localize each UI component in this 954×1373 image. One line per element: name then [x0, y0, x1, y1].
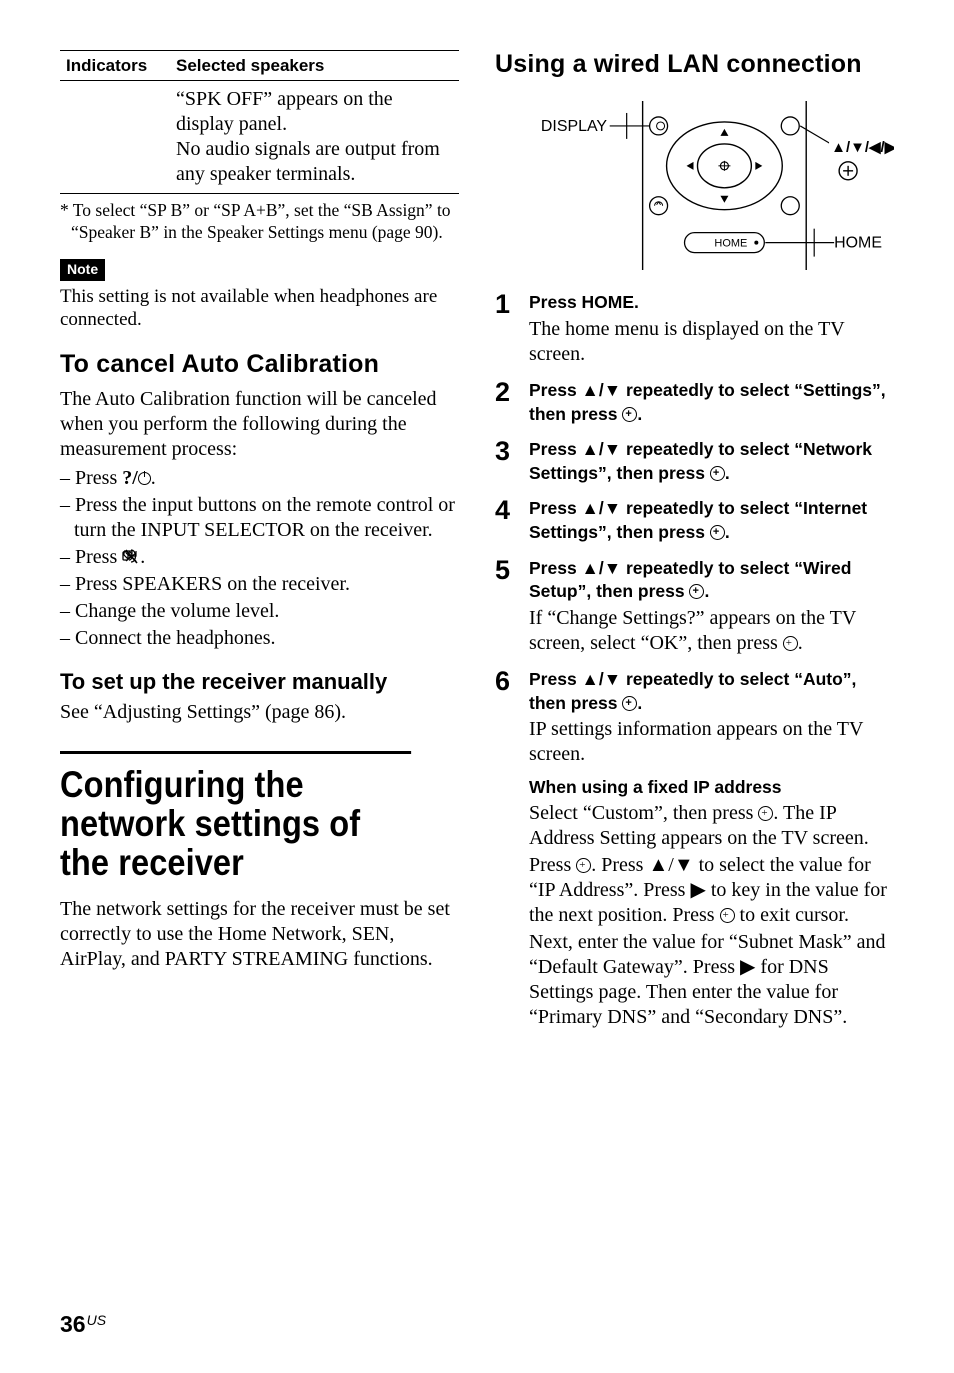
- enter-icon: [783, 636, 798, 651]
- list-item: Press .: [60, 545, 459, 570]
- h-manual: To set up the receiver manually: [60, 669, 459, 694]
- h-big: Configuring the network settings of the …: [60, 751, 411, 883]
- list-item: Press the input buttons on the remote co…: [60, 493, 459, 543]
- step-num: 2: [495, 379, 529, 428]
- td-sel: “SPK OFF” appears on the display panel. …: [170, 81, 459, 194]
- cancel-list: Press ?/. Press the input buttons on the…: [60, 466, 459, 651]
- th-selected: Selected speakers: [170, 51, 459, 81]
- step-detail: Select “Custom”, then press . The IP Add…: [529, 801, 894, 851]
- list-item: Change the volume level.: [60, 599, 459, 624]
- step-num: 5: [495, 557, 529, 658]
- step-head: Press HOME.: [529, 291, 894, 315]
- note-body: This setting is not available when headp…: [60, 285, 459, 333]
- big-body: The network settings for the receiver mu…: [60, 897, 459, 972]
- step-num: 4: [495, 497, 529, 546]
- step-head: Press ▲/▼ repeatedly to select “Internet…: [529, 497, 894, 544]
- step-detail: If “Change Settings?” appears on the TV …: [529, 606, 894, 656]
- svg-text:DISPLAY: DISPLAY: [541, 118, 608, 135]
- th-indicators: Indicators: [60, 51, 170, 81]
- speaker-table: Indicators Selected speakers “SPK OFF” a…: [60, 50, 459, 194]
- list-item: Press ?/.: [60, 466, 459, 491]
- step-subhead: When using a fixed IP address: [529, 777, 894, 799]
- remote-diagram: HOME DISPLAY ♦/♦/♦/♦, / / / ,: [495, 101, 894, 271]
- enter-icon: [720, 908, 735, 923]
- svg-text:HOME: HOME: [834, 234, 882, 251]
- note-pill: Note: [60, 259, 105, 281]
- steps-list: 1 Press HOME. The home menu is displayed…: [495, 291, 894, 1032]
- enter-icon: [758, 806, 773, 821]
- step-head: Press ▲/▼ repeatedly to select “Auto”, t…: [529, 668, 894, 715]
- step-head: Press ▲/▼ repeatedly to select “Settings…: [529, 379, 894, 426]
- step-head: Press ▲/▼ repeatedly to select “Wired Se…: [529, 557, 894, 604]
- svg-text:HOME: HOME: [714, 237, 747, 249]
- h-wired: Using a wired LAN connection: [495, 50, 894, 79]
- list-item: Connect the headphones.: [60, 626, 459, 651]
- step-num: 1: [495, 291, 529, 369]
- footnote: * To select “SP B” or “SP A+B”, set the …: [60, 200, 459, 244]
- step-num: 3: [495, 438, 529, 487]
- cancel-intro: The Auto Calibration function will be ca…: [60, 387, 459, 462]
- h-cancel: To cancel Auto Calibration: [60, 350, 459, 379]
- step-head: Press ▲/▼ repeatedly to select “Network …: [529, 438, 894, 485]
- step-num: 6: [495, 668, 529, 1032]
- enter-icon: [710, 466, 725, 481]
- step-detail: The home menu is displayed on the TV scr…: [529, 317, 894, 367]
- manual-body: See “Adjusting Settings” (page 86).: [60, 700, 459, 725]
- step-detail: Next, enter the value for “Subnet Mask” …: [529, 930, 894, 1030]
- enter-icon: [710, 525, 725, 540]
- svg-text:▲/▼/◀/▶,: ▲/▼/◀/▶,: [831, 139, 894, 156]
- enter-icon: [576, 858, 591, 873]
- enter-icon: [622, 407, 637, 422]
- td-ind: [60, 81, 170, 194]
- step-detail: Press . Press ▲/▼ to select the value fo…: [529, 853, 894, 928]
- enter-icon: [622, 696, 637, 711]
- step-detail: IP settings information appears on the T…: [529, 717, 894, 767]
- list-item: Press SPEAKERS on the receiver.: [60, 572, 459, 597]
- enter-icon: [689, 584, 704, 599]
- page-number: 36US: [60, 1310, 106, 1339]
